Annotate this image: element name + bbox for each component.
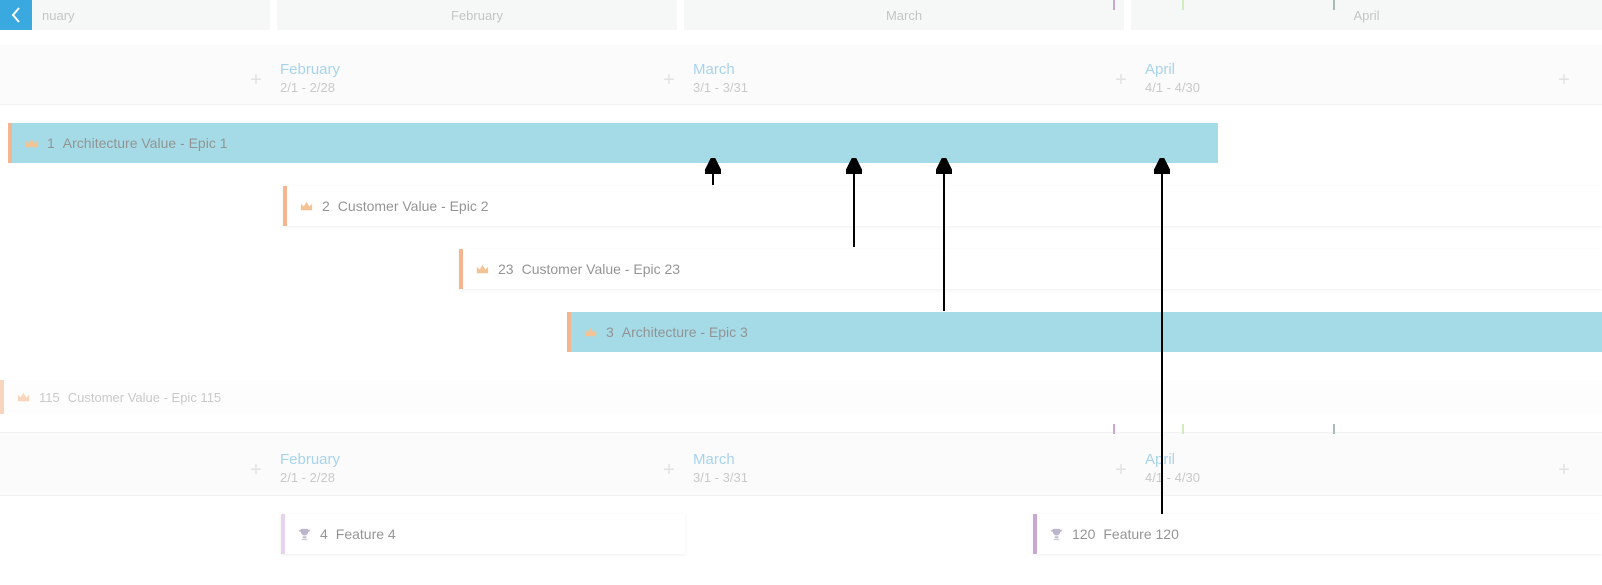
milestone-tick bbox=[1182, 424, 1184, 434]
crown-icon bbox=[299, 199, 314, 214]
lane-month-name: April bbox=[1145, 61, 1200, 78]
add-button[interactable]: + bbox=[1553, 70, 1575, 92]
epic-id: 115 bbox=[39, 390, 60, 405]
epic-id: 3 bbox=[606, 324, 614, 340]
epic-id: 23 bbox=[498, 261, 514, 277]
epic-id: 2 bbox=[322, 198, 330, 214]
crown-icon bbox=[24, 136, 39, 151]
lane-header-apr: + April 4/1 - 4/30 + bbox=[1145, 50, 1602, 105]
chevron-left-icon bbox=[11, 7, 21, 23]
month-label: nuary bbox=[42, 8, 75, 23]
feature-bar-4[interactable]: 4 Feature 4 bbox=[281, 514, 685, 554]
lane-month-name: March bbox=[693, 61, 748, 78]
add-button[interactable]: + bbox=[658, 460, 680, 482]
add-button[interactable]: + bbox=[1110, 460, 1132, 482]
crown-icon bbox=[16, 390, 31, 405]
feature-title: Feature 120 bbox=[1103, 526, 1179, 542]
epic-bar-23[interactable]: 23 Customer Value - Epic 23 bbox=[459, 249, 1602, 289]
lane-header-feb: + February 2/1 - 2/28 bbox=[280, 50, 680, 105]
feature-title: Feature 4 bbox=[336, 526, 396, 542]
milestone-tick bbox=[1113, 0, 1115, 10]
month-label: February bbox=[451, 8, 503, 23]
lane-month-range: 4/1 - 4/30 bbox=[1145, 470, 1200, 485]
scroll-left-button[interactable] bbox=[0, 0, 32, 30]
epic-bar-115[interactable]: 115 Customer Value - Epic 115 bbox=[0, 380, 1602, 414]
feature-id: 4 bbox=[320, 526, 328, 542]
month-label: April bbox=[1353, 8, 1379, 23]
trophy-icon bbox=[1049, 527, 1064, 542]
add-button[interactable]: + bbox=[1110, 70, 1132, 92]
month-cell-mar[interactable]: March bbox=[684, 0, 1124, 30]
lane-month-name: February bbox=[280, 61, 340, 78]
month-label: March bbox=[886, 8, 922, 23]
crown-icon bbox=[475, 262, 490, 277]
epic-title: Customer Value - Epic 23 bbox=[522, 261, 680, 277]
epic-bar-2[interactable]: 2 Customer Value - Epic 2 bbox=[283, 186, 1602, 226]
epic-title: Customer Value - Epic 2 bbox=[338, 198, 489, 214]
month-cell-apr[interactable]: April bbox=[1131, 0, 1602, 30]
epic-title: Architecture Value - Epic 1 bbox=[63, 135, 228, 151]
milestone-tick bbox=[1113, 424, 1115, 434]
month-cell-feb[interactable]: February bbox=[277, 0, 677, 30]
epic-bar-3[interactable]: 3 Architecture - Epic 3 bbox=[567, 312, 1602, 352]
month-cell-jan[interactable]: nuary bbox=[0, 0, 270, 30]
lane-month-range: 3/1 - 3/31 bbox=[693, 80, 748, 95]
feature-lane-header-apr: + April 4/1 - 4/30 + bbox=[1145, 440, 1602, 495]
lane-month-name: April bbox=[1145, 451, 1200, 468]
lane-month-range: 3/1 - 3/31 bbox=[693, 470, 748, 485]
feature-id: 120 bbox=[1072, 526, 1095, 542]
add-button[interactable]: + bbox=[1553, 460, 1575, 482]
lane-month-range: 4/1 - 4/30 bbox=[1145, 80, 1200, 95]
add-button[interactable]: + bbox=[245, 460, 267, 482]
lane-header-mar: + March 3/1 - 3/31 bbox=[693, 50, 1133, 105]
feature-bar-120[interactable]: 120 Feature 120 bbox=[1033, 514, 1602, 554]
feature-lane-header-feb: + February 2/1 - 2/28 bbox=[280, 440, 680, 495]
milestone-tick bbox=[1333, 424, 1335, 434]
milestone-tick bbox=[1333, 0, 1335, 10]
lane-month-name: February bbox=[280, 451, 340, 468]
add-button[interactable]: + bbox=[658, 70, 680, 92]
lane-month-range: 2/1 - 2/28 bbox=[280, 470, 340, 485]
crown-icon bbox=[583, 325, 598, 340]
trophy-icon bbox=[297, 527, 312, 542]
milestone-tick bbox=[1182, 0, 1184, 10]
epic-title: Customer Value - Epic 115 bbox=[68, 390, 221, 405]
feature-lane-header-mar: + March 3/1 - 3/31 bbox=[693, 440, 1133, 495]
roadmap-canvas: nuary February March April + February 2/… bbox=[0, 0, 1602, 585]
add-button[interactable]: + bbox=[245, 70, 267, 92]
epic-id: 1 bbox=[47, 135, 55, 151]
lane-month-range: 2/1 - 2/28 bbox=[280, 80, 340, 95]
lane-month-name: March bbox=[693, 451, 748, 468]
epic-title: Architecture - Epic 3 bbox=[622, 324, 748, 340]
epic-bar-1[interactable]: 1 Architecture Value - Epic 1 bbox=[8, 123, 1218, 163]
